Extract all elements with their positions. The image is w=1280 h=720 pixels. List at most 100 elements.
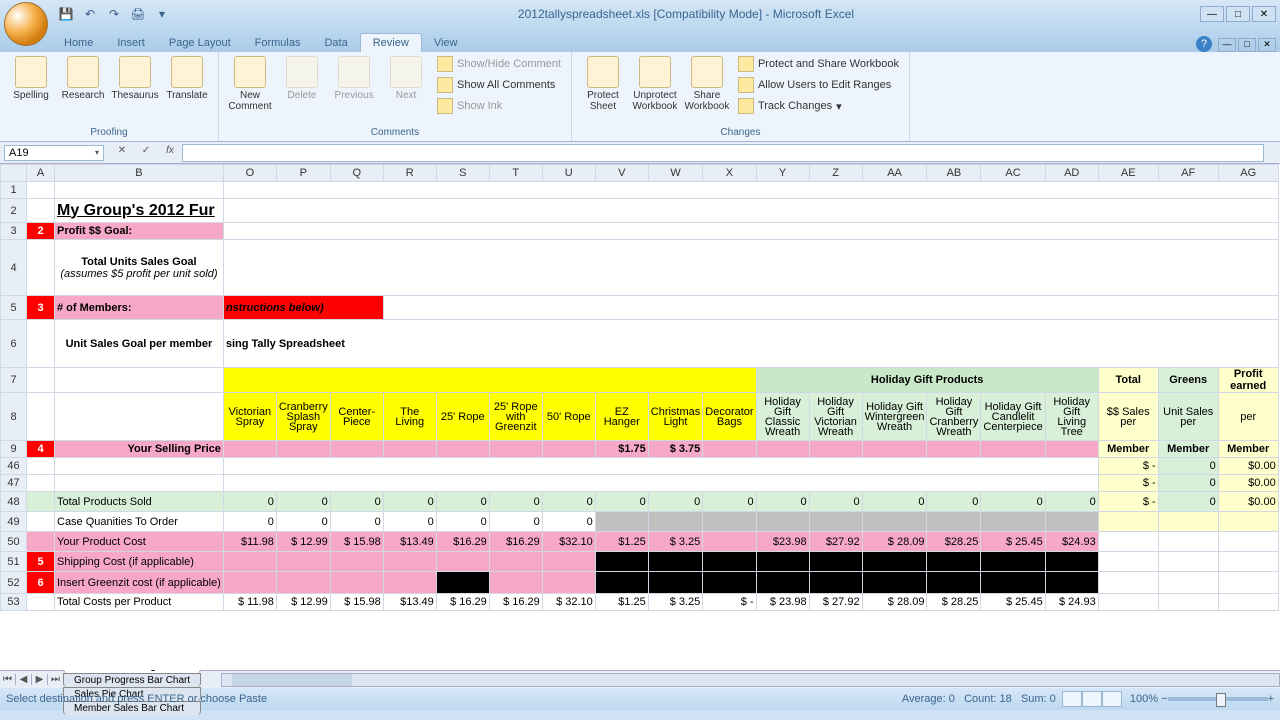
maximize-button[interactable]: □ (1226, 6, 1250, 22)
col-header-AB[interactable]: AB (927, 165, 981, 182)
qat-redo[interactable]: ↷ (104, 4, 124, 24)
zoom-level[interactable]: 100% (1130, 693, 1158, 705)
formula-bar[interactable] (182, 144, 1264, 162)
col-header-T[interactable]: T (489, 165, 542, 182)
qat-save[interactable]: 💾 (56, 4, 76, 24)
translate-button[interactable]: Translate (162, 54, 212, 101)
row-header[interactable]: 2 (1, 199, 27, 223)
tab-home[interactable]: Home (52, 34, 105, 52)
col-header-A[interactable]: A (27, 165, 55, 182)
sheet-nav-next[interactable]: ▶ (32, 674, 48, 685)
row-header[interactable]: 49 (1, 512, 27, 532)
col-header-B[interactable]: B (55, 165, 224, 182)
track-changes-button[interactable]: Track Changes ▾ (734, 96, 903, 116)
col-header-AG[interactable]: AG (1218, 165, 1278, 182)
row-header[interactable]: 6 (1, 320, 27, 368)
col-header-Y[interactable]: Y (756, 165, 809, 182)
sheet-nav-first[interactable]: ⏮ (0, 674, 16, 685)
row-header[interactable]: 1 (1, 182, 27, 199)
col-header-P[interactable]: P (276, 165, 330, 182)
zoom-slider[interactable] (1168, 697, 1268, 701)
row-header[interactable]: 51 (1, 552, 27, 572)
window-title: 2012tallyspreadsheet.xls [Compatibility … (172, 7, 1200, 21)
col-header-S[interactable]: S (436, 165, 489, 182)
row-header[interactable]: 7 (1, 368, 27, 393)
tab-view[interactable]: View (422, 34, 470, 52)
row-header[interactable]: 3 (1, 223, 27, 240)
spelling-button[interactable]: Spelling (6, 54, 56, 101)
col-header-R[interactable]: R (383, 165, 436, 182)
sheet-nav-prev[interactable]: ◀ (16, 674, 32, 685)
share-workbook-button[interactable]: Share Workbook (682, 54, 732, 112)
research-button[interactable]: Research (58, 54, 108, 101)
qat-customize[interactable]: ▾ (152, 4, 172, 24)
ribbon-minimize[interactable]: — (1218, 38, 1236, 52)
col-header-U[interactable]: U (542, 165, 595, 182)
minimize-button[interactable]: — (1200, 6, 1224, 22)
row-header[interactable]: 8 (1, 393, 27, 441)
row-header[interactable]: 48 (1, 492, 27, 512)
sheet-tab[interactable]: Group Progress Bar Chart (63, 673, 201, 687)
spreadsheet-grid[interactable]: ABOPQRSTUVWXYZAAABACADAEAFAG 1 2My Group… (0, 164, 1279, 611)
col-header-Z[interactable]: Z (809, 165, 862, 182)
tab-page-layout[interactable]: Page Layout (157, 34, 243, 52)
col-header-Q[interactable]: Q (330, 165, 383, 182)
ribbon-close[interactable]: ✕ (1258, 38, 1276, 52)
row-header[interactable]: 53 (1, 594, 27, 611)
cancel-icon[interactable]: ✕ (114, 145, 130, 161)
view-normal[interactable] (1062, 691, 1082, 707)
col-header-AA[interactable]: AA (862, 165, 927, 182)
ribbon-restore[interactable]: □ (1238, 38, 1256, 52)
col-header-O[interactable]: O (223, 165, 276, 182)
row-header[interactable]: 5 (1, 296, 27, 320)
row-header[interactable]: 4 (1, 240, 27, 296)
row-header[interactable]: 52 (1, 572, 27, 594)
showhide-comment-button[interactable]: Show/Hide Comment (433, 54, 565, 74)
previous-comment-button[interactable]: Previous (329, 54, 379, 101)
enter-icon[interactable]: ✓ (138, 145, 154, 161)
showink-button[interactable]: Show Ink (433, 96, 565, 116)
protect-sheet-button[interactable]: Protect Sheet (578, 54, 628, 112)
col-header-AD[interactable]: AD (1045, 165, 1098, 182)
qat-undo[interactable]: ↶ (80, 4, 100, 24)
protect-share-button[interactable]: Protect and Share Workbook (734, 54, 903, 74)
office-button[interactable] (4, 2, 48, 46)
unprotect-workbook-button[interactable]: Unprotect Workbook (630, 54, 680, 112)
tab-data[interactable]: Data (312, 34, 359, 52)
row-header[interactable]: 47 (1, 475, 27, 492)
group-comments-label: Comments (225, 126, 565, 139)
col-header-AC[interactable]: AC (981, 165, 1045, 182)
row-header[interactable]: 50 (1, 532, 27, 552)
col-header-X[interactable]: X (703, 165, 756, 182)
zoom-in[interactable]: + (1268, 693, 1274, 705)
view-pagebreak[interactable] (1102, 691, 1122, 707)
status-count: Count: 18 (964, 693, 1012, 705)
tab-formulas[interactable]: Formulas (243, 34, 313, 52)
select-all-corner[interactable] (1, 165, 27, 182)
thesaurus-button[interactable]: Thesaurus (110, 54, 160, 101)
delete-comment-button[interactable]: Delete (277, 54, 327, 101)
group-proofing-label: Proofing (6, 126, 212, 139)
qat-print[interactable]: 🖨 (128, 4, 148, 24)
tab-review[interactable]: Review (360, 33, 422, 52)
allow-users-button[interactable]: Allow Users to Edit Ranges (734, 75, 903, 95)
name-box[interactable]: A19 (4, 145, 104, 161)
col-header-V[interactable]: V (595, 165, 648, 182)
new-comment-button[interactable]: New Comment (225, 54, 275, 112)
help-icon[interactable]: ? (1196, 36, 1212, 52)
status-average: Average: 0 (902, 693, 955, 705)
col-header-W[interactable]: W (648, 165, 703, 182)
horizontal-scrollbar[interactable] (221, 673, 1280, 687)
showall-comments-button[interactable]: Show All Comments (433, 75, 565, 95)
row-header[interactable]: 46 (1, 458, 27, 475)
tab-insert[interactable]: Insert (105, 34, 157, 52)
col-header-AE[interactable]: AE (1098, 165, 1158, 182)
close-button[interactable]: ✕ (1252, 6, 1276, 22)
next-comment-button[interactable]: Next (381, 54, 431, 101)
col-header-AF[interactable]: AF (1158, 165, 1218, 182)
fx-icon[interactable]: fx (162, 145, 178, 161)
status-message: Select destination and press ENTER or ch… (6, 693, 267, 705)
row-header[interactable]: 9 (1, 441, 27, 458)
sheet-nav-last[interactable]: ⏭ (48, 674, 64, 685)
view-pagelayout[interactable] (1082, 691, 1102, 707)
